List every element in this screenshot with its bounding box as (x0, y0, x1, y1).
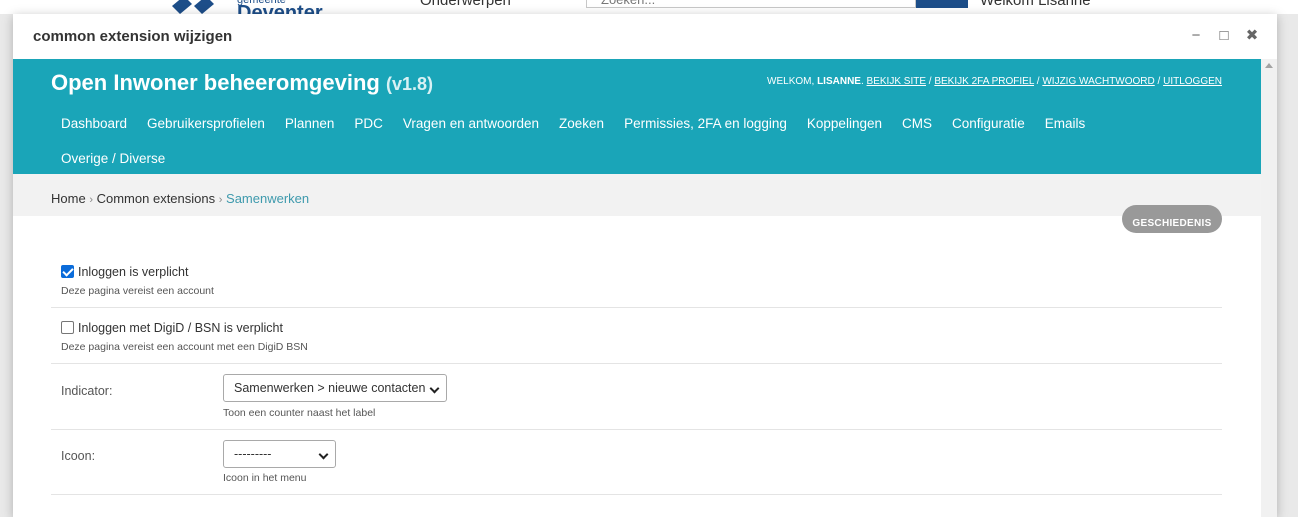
dialog-title: common extension wijzigen (33, 28, 233, 45)
welcome-prefix: WELKOM, (767, 76, 815, 87)
link-change-password[interactable]: WIJZIG WACHTWOORD (1042, 76, 1154, 87)
nav-gebruikersprofielen[interactable]: Gebruikersprofielen (137, 116, 275, 150)
login-required-label: Inloggen is verplicht (78, 265, 189, 279)
nav-pdc[interactable]: PDC (344, 116, 393, 150)
digid-required-checkbox[interactable] (61, 321, 74, 334)
site-version: (v1.8) (385, 74, 433, 94)
digid-required-label: Inloggen met DigiD / BSN is verplicht (78, 321, 283, 335)
site-title-text: Open Inwoner beheeromgeving (51, 70, 380, 95)
nav-dashboard[interactable]: Dashboard (51, 116, 137, 150)
indicator-selected-value: Samenwerken > nieuwe contacten (234, 381, 426, 395)
nav-koppelingen[interactable]: Koppelingen (797, 116, 892, 150)
breadcrumb-separator: › (218, 194, 223, 206)
nav-configuratie[interactable]: Configuratie (942, 116, 1035, 150)
icon-selected-value: --------- (234, 447, 272, 461)
chevron-down-icon (318, 449, 329, 460)
login-required-checkbox[interactable] (61, 265, 74, 278)
bg-nav-onderwerpen[interactable]: Onderwerpen (420, 0, 511, 9)
background-page: gemeente Deventer Onderwerpen Zoeken... … (0, 0, 1298, 14)
indicator-select[interactable]: Samenwerken > nieuwe contacten (223, 374, 447, 402)
login-required-help: Deze pagina vereist een account (61, 285, 214, 297)
breadcrumb-current: Samenwerken (226, 191, 310, 206)
icon-label: Icoon: (61, 449, 96, 463)
link-logout[interactable]: UITLOGGEN (1163, 76, 1222, 87)
login-required-field[interactable]: Inloggen is verplicht (61, 265, 188, 279)
nav-permissies[interactable]: Permissies, 2FA en logging (614, 116, 797, 150)
link-separator: / (928, 76, 932, 87)
link-separator: / (1036, 76, 1040, 87)
form-row-login-required: Inloggen is verplicht Deze pagina vereis… (51, 216, 1222, 308)
scrollbar[interactable] (1261, 59, 1277, 517)
form-row-icon: Icoon: --------- Icoon in het menu (51, 430, 1222, 495)
admin-header: Open Inwoner beheeromgeving (v1.8) WELKO… (13, 59, 1261, 174)
nav-plannen[interactable]: Plannen (275, 116, 345, 150)
breadcrumb-home[interactable]: Home (51, 191, 86, 206)
icon-select[interactable]: --------- (223, 440, 336, 468)
link-view-site[interactable]: BEKIJK SITE (867, 76, 926, 87)
deventer-logo-icon (172, 0, 224, 14)
link-2fa-profile[interactable]: BEKIJK 2FA PROFIEL (934, 76, 1034, 87)
admin-frame: Open Inwoner beheeromgeving (v1.8) WELKO… (13, 59, 1277, 517)
nav-cms[interactable]: CMS (892, 116, 942, 150)
maximize-icon[interactable]: □ (1216, 27, 1232, 45)
edit-dialog: common extension wijzigen − □ ✖ Open Inw… (13, 14, 1277, 517)
username: LISANNE (817, 76, 861, 87)
nav-emails[interactable]: Emails (1035, 116, 1096, 150)
breadcrumb: Home › Common extensions › Samenwerken (13, 174, 1261, 216)
digid-required-field[interactable]: Inloggen met DigiD / BSN is verplicht (61, 321, 283, 335)
site-title[interactable]: Open Inwoner beheeromgeving (v1.8) (51, 70, 433, 96)
brand-name: Deventer (237, 2, 323, 14)
nav-vragen-en-antwoorden[interactable]: Vragen en antwoorden (393, 116, 549, 150)
form-row-indicator: Indicator: Samenwerken > nieuwe contacte… (51, 364, 1222, 430)
close-icon[interactable]: ✖ (1244, 27, 1260, 45)
indicator-help: Toon een counter naast het label (223, 407, 376, 419)
form-row-digid-required: Inloggen met DigiD / BSN is verplicht De… (51, 308, 1222, 364)
indicator-label: Indicator: (61, 384, 113, 398)
minimize-icon[interactable]: − (1188, 27, 1204, 45)
nav-zoeken[interactable]: Zoeken (549, 116, 614, 150)
breadcrumb-separator: › (89, 194, 93, 206)
bg-search-button[interactable] (916, 0, 968, 8)
bg-search-input[interactable]: Zoeken... (586, 0, 916, 8)
link-separator: / (1157, 76, 1161, 87)
icon-help: Icoon in het menu (223, 472, 307, 484)
scroll-up-icon[interactable] (1265, 63, 1273, 68)
digid-required-help: Deze pagina vereist een account met een … (61, 341, 308, 353)
user-tools: WELKOM, LISANNE. BEKIJK SITE / BEKIJK 2F… (767, 76, 1222, 87)
chevron-down-icon (429, 383, 440, 394)
dialog-titlebar: common extension wijzigen − □ ✖ (13, 14, 1277, 59)
breadcrumb-common-extensions[interactable]: Common extensions (97, 191, 216, 206)
bg-welcome-text: Welkom Lisanne (980, 0, 1091, 9)
